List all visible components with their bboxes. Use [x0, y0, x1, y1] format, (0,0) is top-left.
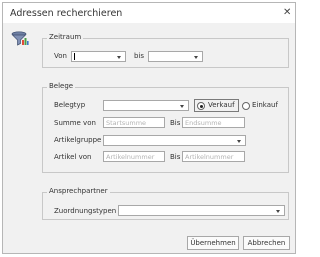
chevron-down-icon	[237, 140, 241, 143]
artikelgruppe-select[interactable]	[103, 135, 246, 146]
zeitraum-group: Zeitraum Von bis	[42, 33, 289, 68]
artikel-bis-label: Bis	[170, 153, 181, 161]
title-bar: Adressen recherchieren ✕	[3, 3, 295, 23]
window-title: Adressen recherchieren	[10, 8, 123, 19]
chevron-down-icon	[180, 105, 184, 108]
artikel-von-label: Artikel von	[54, 153, 92, 161]
zuordnungstypen-select[interactable]	[118, 205, 285, 216]
zuordnungstypen-label: Zuordnungstypen	[54, 207, 117, 215]
apply-button[interactable]: Übernehmen	[187, 236, 239, 250]
close-icon[interactable]: ✕	[283, 7, 291, 18]
artikel-to-input[interactable]	[182, 151, 245, 162]
belegtyp-label: Belegtyp	[54, 101, 86, 109]
artikelgruppe-label: Artikelgruppe	[54, 136, 102, 144]
summe-bis-label: Bis	[170, 119, 181, 127]
einkauf-radio[interactable]	[242, 102, 250, 110]
belege-group: Belege Belegtyp Verkauf Einkauf Summe vo…	[42, 82, 289, 173]
text-cursor	[74, 53, 75, 60]
belege-legend: Belege	[47, 82, 76, 90]
verkauf-radio[interactable]	[197, 102, 205, 110]
chevron-down-icon	[276, 210, 280, 213]
chevron-down-icon	[194, 56, 198, 59]
von-date-picker[interactable]	[71, 51, 126, 62]
endsumme-input[interactable]	[182, 117, 245, 128]
summe-von-label: Summe von	[54, 119, 96, 127]
bis-label: bis	[134, 52, 145, 60]
search-addresses-dialog: Adressen recherchieren ✕ Zeitraum Von bi…	[2, 2, 296, 254]
belegtyp-select[interactable]	[103, 100, 189, 111]
cancel-button[interactable]: Abbrechen	[243, 236, 290, 250]
bis-date-picker[interactable]	[148, 51, 203, 62]
einkauf-label[interactable]: Einkauf	[252, 101, 278, 109]
artikel-from-input[interactable]	[103, 151, 165, 162]
ansprechpartner-legend: Ansprechpartner	[47, 187, 110, 195]
startsumme-input[interactable]	[103, 117, 165, 128]
zeitraum-legend: Zeitraum	[47, 33, 84, 41]
address-search-icon	[11, 31, 29, 46]
chevron-down-icon	[117, 56, 121, 59]
ansprechpartner-group: Ansprechpartner Zuordnungstypen	[42, 187, 289, 220]
von-label: Von	[54, 52, 67, 60]
verkauf-label[interactable]: Verkauf	[208, 101, 235, 109]
